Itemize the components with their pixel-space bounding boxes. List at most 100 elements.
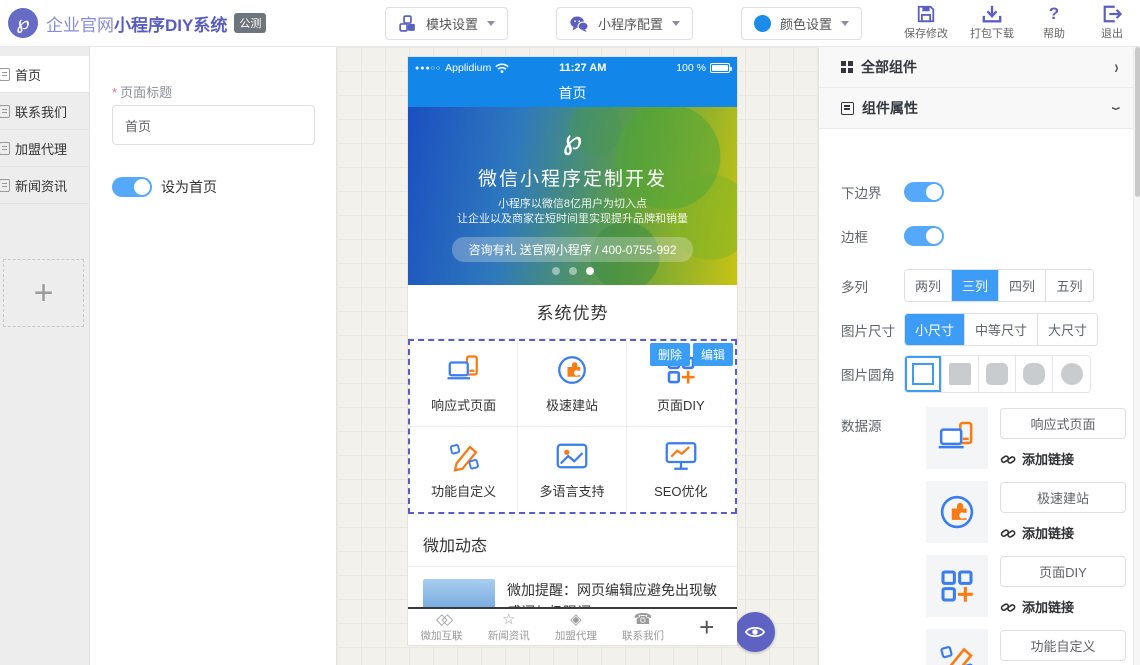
color-settings-dropdown[interactable]: 颜色设置 <box>741 7 862 40</box>
miniapp-config-dropdown[interactable]: 小程序配置 <box>556 7 693 40</box>
bottom-border-label: 下边界 <box>819 182 904 202</box>
feature-cell-custom[interactable]: 功能自定义 <box>410 427 518 513</box>
datasource-list: 添加链接 添加链接 <box>926 407 1126 665</box>
custom-function-icon <box>926 629 988 665</box>
battery-icon <box>710 63 730 73</box>
page-diy-icon <box>926 555 988 617</box>
feature-cell-multilang[interactable]: 多语言支持 <box>518 427 626 513</box>
custom-function-icon <box>446 438 482 474</box>
delete-button[interactable]: 删除 <box>650 343 690 366</box>
add-link-button[interactable]: 添加链接 <box>1000 597 1126 616</box>
banner-carousel[interactable]: ℘ 微信小程序定制开发 小程序以微信8亿用户为切入点 让企业以及商家在短时间里实… <box>408 107 737 285</box>
page-item-label: 首页 <box>15 65 41 84</box>
battery-status: 100 % <box>676 62 730 74</box>
package-download-button[interactable]: 打包下载 <box>970 4 1014 41</box>
image-size-row: 图片尺寸 小尺寸 中等尺寸 大尺寸 <box>819 313 1133 346</box>
image-size-medium[interactable]: 中等尺寸 <box>965 314 1038 345</box>
miniapp-config-label: 小程序配置 <box>598 14 663 33</box>
battery-percent: 100 % <box>676 62 706 74</box>
datasource-title-input[interactable] <box>1000 630 1126 661</box>
bottom-border-toggle[interactable] <box>904 182 944 202</box>
help-icon: ? <box>1049 4 1059 24</box>
help-button[interactable]: ? 帮助 <box>1036 4 1072 41</box>
all-components-header[interactable]: 全部组件 › <box>819 47 1133 88</box>
datasource-title-input[interactable] <box>1000 556 1126 587</box>
component-props-header[interactable]: 组件属性 › <box>819 88 1133 129</box>
eye-icon <box>744 621 766 643</box>
columns-option-4[interactable]: 四列 <box>999 270 1046 301</box>
feature-label: 多语言支持 <box>539 481 604 500</box>
chevron-down-icon <box>841 21 849 26</box>
app-logo-icon: ℘ <box>8 8 38 38</box>
columns-option-3-active[interactable]: 三列 <box>952 270 999 301</box>
set-home-toggle[interactable] <box>112 177 152 197</box>
seo-icon <box>663 438 699 474</box>
page-scrollbar[interactable] <box>1133 47 1140 665</box>
datasource-title-input[interactable] <box>1000 408 1126 439</box>
section-advantages-title: 系统优势 <box>537 299 609 324</box>
page-item-label: 新闻资讯 <box>15 176 67 195</box>
app-title: 企业官网小程序DIY系统 <box>46 11 227 36</box>
save-button[interactable]: 保存修改 <box>904 4 948 41</box>
tab-contact[interactable]: ☎ 联系我们 <box>609 612 676 643</box>
image-size-label: 图片尺寸 <box>819 320 904 340</box>
carousel-dot-active[interactable] <box>586 267 594 275</box>
required-asterisk: * <box>112 85 117 100</box>
border-toggle[interactable] <box>904 226 944 246</box>
banner-subtitle: 小程序以微信8亿用户为切入点 让企业以及商家在短时间里实现提升品牌和销量 <box>408 197 737 227</box>
image-size-small-active[interactable]: 小尺寸 <box>905 314 965 345</box>
preview-eye-button[interactable] <box>735 612 775 652</box>
module-settings-dropdown[interactable]: 模块设置 <box>385 7 508 40</box>
page-item-label: 加盟代理 <box>15 139 67 158</box>
add-link-button[interactable]: 添加链接 <box>1000 449 1126 468</box>
columns-option-5[interactable]: 五列 <box>1046 270 1093 301</box>
page-title-input[interactable] <box>112 105 315 145</box>
border-row: 边框 <box>819 226 1133 246</box>
page-doc-icon <box>0 179 10 192</box>
add-page-button[interactable]: + <box>3 259 84 327</box>
tab-agent[interactable]: ◈ 加盟代理 <box>542 612 609 643</box>
carousel-dots <box>408 267 737 275</box>
image-size-segmented: 小尺寸 中等尺寸 大尺寸 <box>904 313 1098 346</box>
feature-cell-seo[interactable]: SEO优化 <box>627 427 735 513</box>
exit-icon <box>1102 4 1122 24</box>
set-home-label: 设为首页 <box>161 177 217 197</box>
modules-cubes-icon <box>398 14 417 33</box>
edit-button[interactable]: 编辑 <box>693 343 733 366</box>
tab-add-button[interactable]: + <box>677 612 737 643</box>
image-size-large[interactable]: 大尺寸 <box>1038 314 1097 345</box>
columns-label: 多列 <box>819 276 904 296</box>
phone-statusbar: ●●●○○ Applidium 11:27 AM 100 % <box>408 57 737 79</box>
carousel-dot[interactable] <box>569 267 577 275</box>
tab-label: 微加互联 <box>421 628 463 643</box>
chevron-down-icon <box>672 21 680 26</box>
add-link-button[interactable]: 添加链接 <box>1000 523 1126 542</box>
columns-option-2[interactable]: 两列 <box>905 270 952 301</box>
sidebar-item-agent[interactable]: 加盟代理 <box>0 130 89 167</box>
exit-button[interactable]: 退出 <box>1094 4 1130 41</box>
banner-cta-pill[interactable]: 咨询有礼 送官网小程序 / 400-0755-992 <box>452 237 692 262</box>
app-title-bold: 小程序DIY系统 <box>114 16 227 35</box>
scrollbar-thumb[interactable] <box>1135 47 1140 197</box>
tab-weijia[interactable]: ◇◇ 微加互联 <box>408 612 475 643</box>
tab-label: 加盟代理 <box>555 628 597 643</box>
bottom-border-row: 下边界 <box>819 182 1133 202</box>
carrier-label: Applidium <box>445 62 491 74</box>
header: ℘ 企业官网小程序DIY系统 公测 模块设置 小程序配置 颜色设置 <box>0 0 1140 47</box>
feature-cell-fastbuild[interactable]: 极速建站 <box>518 341 626 427</box>
datasource-title-input[interactable] <box>1000 482 1126 513</box>
beta-badge: 公测 <box>234 13 266 33</box>
news-section-header: 微加动态 <box>408 522 737 567</box>
set-home-row: 设为首页 <box>112 177 217 197</box>
sidebar-item-home[interactable]: 首页 <box>0 56 89 93</box>
carousel-dot[interactable] <box>552 267 560 275</box>
signal-dots-icon: ●●●○○ <box>415 65 441 72</box>
selection-toolbar: 删除 编辑 <box>650 343 733 366</box>
tab-news[interactable]: ☆ 新闻资讯 <box>475 612 542 643</box>
feature-label: 极速建站 <box>546 395 598 414</box>
sidebar-item-contact[interactable]: 联系我们 <box>0 93 89 130</box>
feature-cell-responsive[interactable]: 响应式页面 <box>410 341 518 427</box>
selected-feature-grid[interactable]: 删除 编辑 响应式页面 极速建站 页面DIY <box>408 339 737 514</box>
fast-build-icon <box>554 352 590 388</box>
sidebar-item-news[interactable]: 新闻资讯 <box>0 167 89 204</box>
